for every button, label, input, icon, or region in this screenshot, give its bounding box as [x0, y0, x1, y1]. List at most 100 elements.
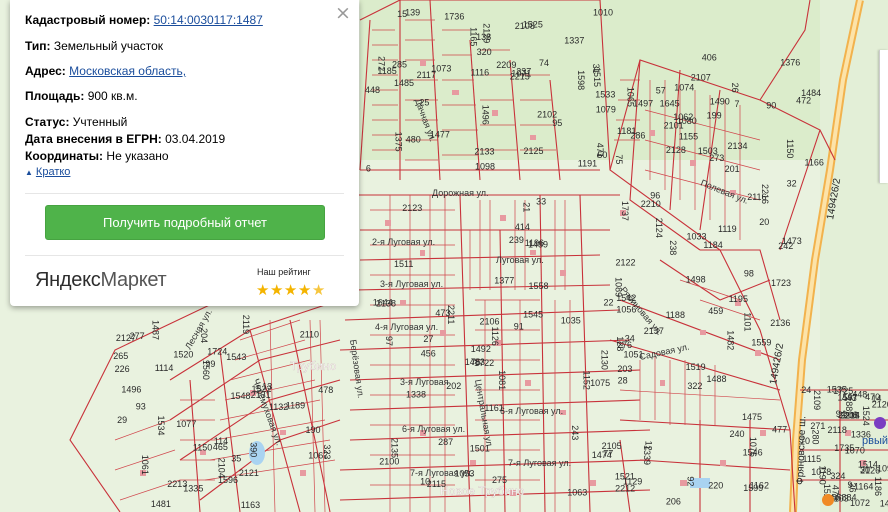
brand-part-2: Маркет: [100, 269, 167, 291]
parcel-number: 28: [618, 376, 628, 386]
parcel-number: 201: [725, 164, 740, 174]
status-value: Учтенный: [72, 115, 128, 129]
parcel-number: 1737: [620, 201, 630, 221]
parcel-number: 456: [421, 349, 436, 359]
parcel-number: 2116: [747, 192, 766, 202]
parcel-number: 1070: [845, 445, 865, 455]
parcel-number: 324: [830, 471, 845, 481]
parcel-number: 2122: [616, 257, 636, 267]
parcel-number: 30: [860, 465, 870, 475]
parcel-number: 1520: [173, 349, 193, 359]
parcel-number: 414: [515, 222, 530, 232]
cadastral-row: Кадастровый номер: 50:14:0030117:1487: [25, 13, 263, 27]
street-lugovaya-7b: 7-я Луговая ул.: [508, 458, 571, 468]
coords-value: Не указано: [106, 149, 169, 163]
parcel-number: 98: [744, 269, 754, 279]
parcel-number: 138: [476, 32, 491, 42]
parcel-number: 1736: [444, 11, 464, 21]
close-icon[interactable]: ×: [335, 4, 351, 23]
parcel-number: 1166: [805, 157, 824, 167]
parcel-number: 1150: [193, 443, 212, 453]
parcel-number: 22: [604, 298, 614, 308]
parcel-number: 323: [322, 444, 332, 459]
parcel-number: 2125: [524, 146, 544, 156]
rating-label: Наш рейтинг: [257, 267, 311, 277]
parcel-number: 280: [811, 430, 821, 445]
parcel-number: 2134: [728, 141, 748, 151]
parcel-number: 1496: [481, 105, 491, 125]
side-panel-handle[interactable]: [879, 50, 888, 183]
parcel-number: 1126: [490, 327, 500, 346]
parcel-number: 24: [801, 385, 811, 395]
parcel-number: 2131: [251, 390, 271, 400]
parcel-number: 1062: [673, 112, 693, 122]
parcel-number: 473: [435, 308, 450, 318]
parcel-number: 50: [597, 150, 607, 160]
parcel-number: 139: [405, 8, 420, 18]
parcel-number: 237: [516, 66, 531, 76]
parcel-number: 1487: [150, 320, 160, 340]
yandex-market-logo[interactable]: ЯндексМаркет: [35, 269, 167, 292]
parcel-number: 29: [117, 415, 127, 425]
collapse-label: Кратко: [35, 166, 71, 178]
parcel-number: 206: [666, 496, 681, 506]
cadastral-number-link[interactable]: 50:14:0030117:1487: [154, 13, 263, 27]
address-link[interactable]: Московская область,: [69, 64, 186, 78]
street-lugovaya-2: 2-я Луговая ул.: [372, 237, 435, 247]
parcel-number: 1074: [674, 82, 694, 92]
poi-marker[interactable]: [874, 417, 886, 429]
parcel-number: 2110: [300, 329, 319, 339]
parcel-number: 1075: [590, 378, 610, 388]
place-novoe-trubino: Новое Трубино: [440, 484, 525, 498]
parcel-number: 243: [570, 425, 580, 440]
type-row: Тип: Земельный участок: [25, 39, 163, 53]
parcel-number: 1056: [616, 305, 636, 315]
parcel-number: 1053: [454, 469, 474, 479]
parcel-number: 2124: [654, 218, 664, 238]
address-row: Адрес: Московская область,: [25, 64, 186, 78]
parcel-number: 220: [708, 480, 723, 490]
parcel-number: 1596: [218, 475, 238, 485]
parcel-number: 1033: [687, 232, 707, 242]
parcel-number: 1337: [564, 36, 584, 46]
parcel-number: 2100: [379, 456, 399, 466]
parcel-number: 1475: [742, 412, 762, 422]
parcel-number: 1492: [471, 344, 491, 354]
parcel-number: 1189: [286, 400, 305, 410]
parcel-number: 1723: [771, 278, 791, 288]
parcel-number: 1598: [576, 70, 586, 90]
parcel-number: 277: [130, 331, 145, 341]
parcel-number: 1377: [494, 276, 514, 286]
parcel-number: 272: [377, 56, 387, 71]
parcel-number: 1191: [578, 159, 597, 169]
parcel-number: 1073: [431, 63, 451, 73]
parcel-number: 26: [730, 83, 740, 93]
parcel-number: 1559: [751, 337, 771, 347]
parcel-number: 239: [509, 235, 524, 245]
parcel-number: 1534: [156, 416, 166, 436]
parcel-number: 202: [446, 381, 461, 391]
parcel-number: 1114: [155, 363, 174, 373]
parcel-number: 90: [766, 101, 776, 111]
status-label: Статус:: [25, 115, 70, 129]
area-value: 900 кв.м.: [87, 89, 138, 103]
address-label: Адрес:: [25, 64, 66, 78]
parcel-number: 1081: [497, 370, 507, 390]
parcel-number: 1375: [394, 132, 404, 152]
parcel-number: 97: [384, 336, 394, 346]
parcel-number: 1543: [226, 352, 246, 362]
parcel-number: 1477: [430, 130, 450, 140]
parcel-number: 1129: [623, 477, 642, 487]
cadastral-label: Кадастровый номер:: [25, 13, 151, 27]
parcel-number: 1376: [780, 58, 800, 68]
parcel-number: 91: [514, 321, 524, 331]
detailed-report-button[interactable]: Получить подробный отчет: [45, 205, 325, 240]
parcel-number: 1101: [743, 312, 753, 331]
collapse-link[interactable]: ▲ Кратко: [25, 166, 70, 178]
parcel-number: 240: [730, 429, 745, 439]
parcel-number: 1519: [686, 362, 706, 372]
parcel-number: 93: [136, 401, 146, 411]
poi-food-icon[interactable]: [822, 494, 834, 506]
parcel-number: 2130: [599, 350, 609, 370]
parcel-number: 2106: [480, 316, 500, 326]
